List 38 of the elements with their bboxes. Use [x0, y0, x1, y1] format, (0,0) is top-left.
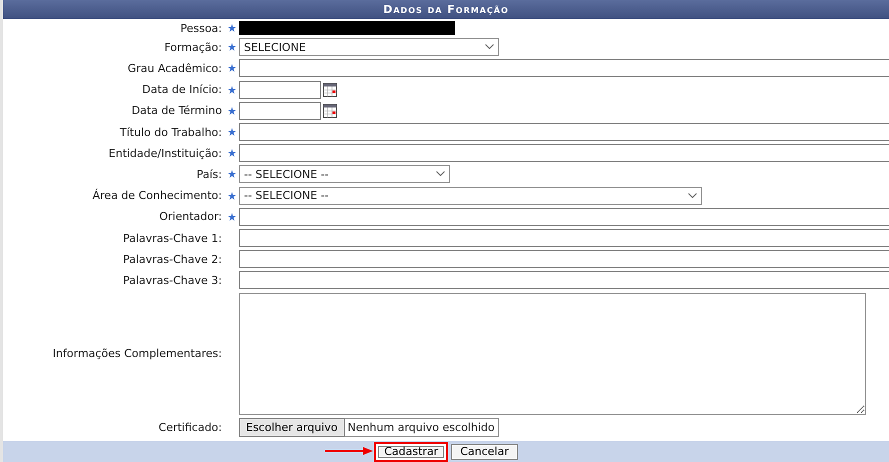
text-field[interactable]	[239, 208, 889, 226]
arrow-icon	[325, 447, 373, 455]
field-label: Título do Trabalho:	[118, 126, 223, 139]
text-field[interactable]	[239, 271, 889, 290]
text-field[interactable]	[239, 250, 889, 268]
chevron-icon	[688, 192, 697, 199]
field-label: Área de Conhecimento:	[92, 189, 223, 202]
field-label: Grau Acadêmico:	[126, 62, 223, 75]
cancel-button[interactable]: Cancelar	[451, 444, 518, 460]
dropdown[interactable]: -- SELECIONE --	[239, 165, 450, 184]
text-field[interactable]	[239, 59, 889, 78]
field-label: Palavras-Chave 3:	[122, 274, 223, 287]
text-field[interactable]	[239, 229, 889, 248]
submit-button[interactable]: Cadastrar	[374, 442, 448, 462]
date-field[interactable]	[239, 80, 321, 99]
dropdown[interactable]: SELECIONE	[239, 38, 499, 56]
field-label: Formação:	[163, 40, 223, 54]
calendar-icon[interactable]	[323, 82, 337, 97]
field-label: Data de Início:	[141, 83, 223, 96]
field-label: Entidade/Instituição:	[108, 146, 223, 160]
choose-file-button[interactable]: Escolher arquivo	[239, 418, 345, 437]
text-field[interactable]	[239, 123, 889, 142]
field-label: Pessoa:	[179, 22, 223, 35]
field-label: Palavras-Chave 1:	[122, 232, 223, 245]
field-label: Palavras-Chave 2:	[122, 252, 223, 266]
field-label: Data de Término	[130, 104, 223, 118]
field-label: País:	[196, 168, 223, 181]
field-label: Informações Complementares:	[52, 347, 223, 360]
calendar-icon[interactable]	[323, 104, 337, 118]
field-label: Orientador:	[158, 210, 223, 224]
date-field[interactable]	[239, 102, 321, 120]
dropdown[interactable]: -- SELECIONE --	[239, 186, 702, 205]
file-status: Nenhum arquivo escolhido	[344, 418, 499, 437]
chevron-icon	[436, 171, 445, 178]
text-field[interactable]	[239, 144, 889, 162]
chevron-icon	[485, 44, 494, 50]
field-label: Certificado:	[158, 420, 223, 434]
section-header: Dados da Formação	[3, 0, 889, 19]
